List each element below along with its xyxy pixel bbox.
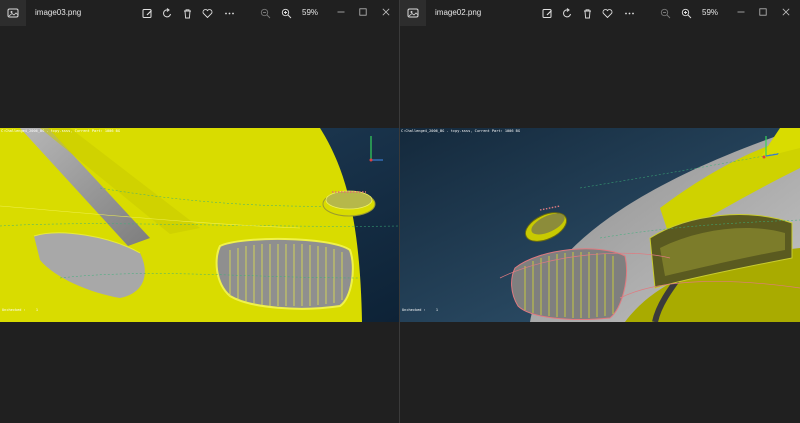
car-front-render bbox=[0, 128, 399, 322]
title-bar: image02.png 59% bbox=[400, 0, 800, 26]
more-icon[interactable] bbox=[222, 6, 236, 20]
photos-window-right: image02.png 59% C:Challenge4_2006_BG - t… bbox=[400, 0, 800, 423]
photos-app-icon bbox=[400, 0, 426, 26]
title-bar: image03.png 59% bbox=[0, 0, 399, 26]
viewport-header: C:Challenge4_2006_BG - tcpy.ssss, Curren… bbox=[401, 129, 520, 133]
close-icon[interactable] bbox=[377, 4, 395, 20]
status-label: Unchecked : bbox=[402, 308, 426, 312]
image-canvas[interactable]: C:Challenge4_2006_BG - tcpy.ssss, Curren… bbox=[0, 128, 399, 322]
minimize-icon[interactable] bbox=[332, 4, 350, 20]
rotate-icon[interactable] bbox=[560, 6, 574, 20]
rotate-icon[interactable] bbox=[160, 6, 174, 20]
car-front-render bbox=[400, 128, 800, 322]
file-name: image03.png bbox=[35, 8, 82, 17]
status-value: 1 bbox=[435, 308, 438, 312]
photos-app-icon bbox=[0, 0, 26, 26]
zoom-out-icon[interactable] bbox=[258, 6, 272, 20]
edit-image-icon[interactable] bbox=[140, 6, 154, 20]
favorite-icon[interactable] bbox=[600, 6, 614, 20]
minimize-icon[interactable] bbox=[732, 4, 750, 20]
zoom-out-icon[interactable] bbox=[658, 6, 672, 20]
more-icon[interactable] bbox=[622, 6, 636, 20]
zoom-level[interactable]: 59% bbox=[702, 8, 718, 17]
status-value: 1 bbox=[35, 308, 38, 312]
viewport-header: C:Challenge4_2006_BG - tcpy.ssss, Curren… bbox=[1, 129, 120, 133]
delete-icon[interactable] bbox=[580, 6, 594, 20]
viewport-status: Unchecked : 1 bbox=[2, 308, 38, 312]
zoom-level[interactable]: 59% bbox=[302, 8, 318, 17]
file-name: image02.png bbox=[435, 8, 482, 17]
zoom-in-icon[interactable] bbox=[279, 6, 293, 20]
close-icon[interactable] bbox=[777, 4, 795, 20]
maximize-icon[interactable] bbox=[754, 4, 772, 20]
delete-icon[interactable] bbox=[180, 6, 194, 20]
maximize-icon[interactable] bbox=[354, 4, 372, 20]
photos-window-left: image03.png 59% C:Challenge4_2006_BG - t… bbox=[0, 0, 400, 423]
zoom-in-icon[interactable] bbox=[679, 6, 693, 20]
status-label: Unchecked : bbox=[2, 308, 26, 312]
image-canvas[interactable]: C:Challenge4_2006_BG - tcpy.ssss, Curren… bbox=[400, 128, 800, 322]
edit-image-icon[interactable] bbox=[540, 6, 554, 20]
viewport-status: Unchecked : 1 bbox=[402, 308, 438, 312]
favorite-icon[interactable] bbox=[200, 6, 214, 20]
